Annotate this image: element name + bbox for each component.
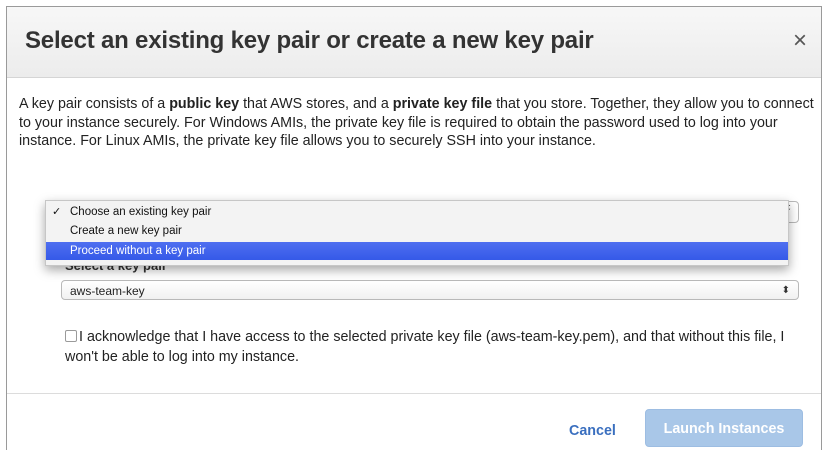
acknowledge-text: I acknowledge that I have access to the … — [65, 329, 785, 365]
option-label: Proceed without a key pair — [70, 245, 206, 257]
key-pair-dialog: Select an existing key pair or create a … — [6, 6, 822, 450]
key-pair-select[interactable]: aws-team-key ⬍ — [61, 280, 799, 300]
public-key-term: public key — [169, 96, 240, 112]
close-icon[interactable]: × — [793, 29, 807, 53]
option-label: Create a new key pair — [70, 225, 182, 237]
acknowledge-checkbox[interactable] — [65, 330, 77, 342]
key-pair-select-value: aws-team-key — [70, 284, 145, 298]
dialog-title: Select an existing key pair or create a … — [25, 27, 594, 54]
option-label: Choose an existing key pair — [70, 206, 212, 218]
option-choose-existing[interactable]: ✓ Choose an existing key pair — [46, 203, 788, 221]
description-part: that AWS stores, and a — [239, 96, 393, 112]
key-pair-action-dropdown: ✓ Choose an existing key pair Create a n… — [45, 200, 789, 266]
option-create-new[interactable]: Create a new key pair — [46, 222, 788, 240]
option-proceed-without[interactable]: Proceed without a key pair — [46, 242, 788, 260]
dialog-header: Select an existing key pair or create a … — [7, 7, 821, 78]
check-icon: ✓ — [52, 206, 62, 218]
description-part: A key pair consists of a — [19, 96, 170, 112]
launch-instances-button[interactable]: Launch Instances — [645, 409, 803, 447]
description-text: A key pair consists of a public key that… — [19, 95, 819, 151]
private-key-term: private key file — [392, 96, 493, 112]
select-arrows-icon: ⬍ — [781, 285, 790, 296]
cancel-button[interactable]: Cancel — [569, 423, 616, 439]
acknowledge-row: I acknowledge that I have access to the … — [65, 327, 805, 367]
footer-divider — [7, 393, 821, 394]
